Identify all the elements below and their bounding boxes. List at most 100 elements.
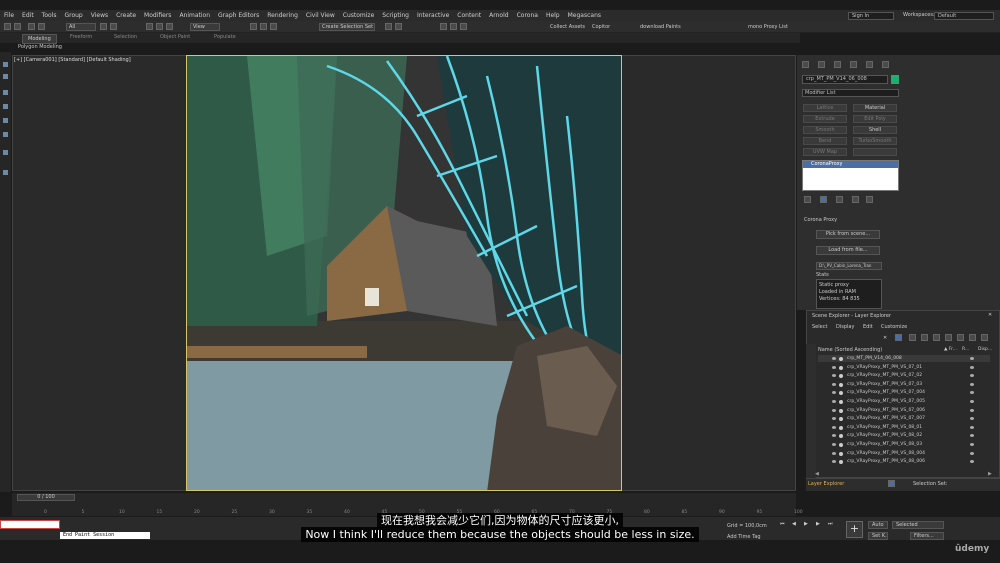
tab-freeform[interactable]: Freeform <box>70 34 92 40</box>
scene-object-row[interactable]: crp_VRayProxy_MT_PM_VS_08_004 <box>818 450 990 457</box>
redo-icon[interactable] <box>14 23 21 30</box>
visibility-icon[interactable] <box>832 425 836 429</box>
render-tool-icon[interactable] <box>3 170 8 175</box>
render-icon[interactable] <box>970 408 974 412</box>
select-tool-icon[interactable] <box>3 62 8 67</box>
menu-item-group[interactable]: Group <box>60 12 86 19</box>
menu-item-rendering[interactable]: Rendering <box>263 12 302 19</box>
align-icon[interactable] <box>395 23 402 30</box>
close-filter-icon[interactable]: ✕ <box>883 335 887 341</box>
visibility-icon[interactable] <box>832 460 836 464</box>
visibility-icon[interactable] <box>832 443 836 446</box>
modifier-button-empty[interactable] <box>853 148 897 156</box>
scene-object-row[interactable]: crp_VRayProxy_MT_PM_VS_07_006 <box>818 407 990 414</box>
time-slider[interactable]: 0 / 100 <box>17 494 75 501</box>
display-tab-icon[interactable] <box>866 61 873 68</box>
render-icon[interactable] <box>970 374 974 378</box>
menu-item-animation[interactable]: Animation <box>175 12 214 19</box>
percent-snap-icon[interactable] <box>270 23 277 30</box>
se-menu-customize[interactable]: Customize <box>881 324 907 330</box>
scene-object-row[interactable]: crp_VRayProxy_MT_PM_VS_07_03 <box>818 381 990 388</box>
mirror-icon[interactable] <box>385 23 392 30</box>
object-color-swatch[interactable] <box>891 75 899 84</box>
render-icon[interactable] <box>970 460 974 464</box>
render-icon[interactable] <box>970 357 974 360</box>
layer-tool-icon[interactable] <box>3 150 8 155</box>
visibility-icon[interactable] <box>832 434 836 438</box>
move-icon[interactable] <box>146 23 153 30</box>
viewport-label[interactable]: [+] [Camera001] [Standard] [Default Shad… <box>14 57 131 63</box>
render-icon[interactable] <box>970 425 974 429</box>
bone-filter-icon[interactable] <box>981 334 988 341</box>
render-icon[interactable] <box>970 365 974 369</box>
copitor-button[interactable]: Copitor <box>592 24 610 30</box>
visibility-icon[interactable] <box>832 357 836 360</box>
create-selection-set-dropdown[interactable]: Create Selection Set <box>319 23 375 31</box>
column-header-render[interactable]: R... <box>962 347 969 352</box>
render-icon[interactable] <box>970 382 974 386</box>
visibility-icon[interactable] <box>832 382 836 386</box>
column-header-display[interactable]: Disp... <box>978 347 992 352</box>
tab-selection[interactable]: Selection <box>114 34 137 40</box>
modifier-button-shell[interactable]: Shell <box>853 126 897 134</box>
camera-view-render[interactable] <box>186 55 622 491</box>
sign-in-dropdown[interactable]: Sign In <box>848 12 894 20</box>
motion-tab-icon[interactable] <box>850 61 857 68</box>
workspaces-dropdown[interactable]: Default <box>934 12 994 20</box>
create-tab-icon[interactable] <box>802 61 809 68</box>
menu-item-interactive[interactable]: Interactive <box>413 12 453 19</box>
scene-object-row[interactable]: crp_VRayProxy_MT_PM_VS_07_004 <box>818 389 990 396</box>
select-by-name-icon[interactable] <box>110 23 117 30</box>
remove-modifier-icon[interactable] <box>852 196 859 203</box>
scene-object-row[interactable]: crp_VRayProxy_MT_PM_VS_07_005 <box>818 398 990 405</box>
scroll-right-icon[interactable]: ▶ <box>988 471 992 477</box>
render-setup-icon[interactable] <box>450 23 457 30</box>
link-icon[interactable] <box>28 23 35 30</box>
menu-item-file[interactable]: File <box>0 12 18 19</box>
pick-from-scene-button[interactable]: Pick from scene... <box>816 230 880 239</box>
show-end-result-icon[interactable] <box>820 196 827 203</box>
menu-item-tools[interactable]: Tools <box>38 12 61 19</box>
scene-object-row[interactable]: crp_VRayProxy_MT_PM_VS_07_007 <box>818 415 990 422</box>
render-icon[interactable] <box>970 417 974 421</box>
column-header-name[interactable]: Name (Sorted Ascending) <box>818 347 882 353</box>
light-filter-icon[interactable] <box>945 334 952 341</box>
visibility-icon[interactable] <box>832 408 836 412</box>
collect-assets-button[interactable]: Collect Assets <box>550 24 585 30</box>
scale-icon[interactable] <box>166 23 173 30</box>
utilities-tab-icon[interactable] <box>882 61 889 68</box>
modifier-button-material[interactable]: Material <box>853 104 897 112</box>
tab-populate[interactable]: Populate <box>214 34 236 40</box>
scene-object-row[interactable]: crp_VRayProxy_MT_PM_VS_07_01 <box>818 364 990 371</box>
angle-snap-icon[interactable] <box>260 23 267 30</box>
proxy-list-button[interactable]: mono Proxy List <box>748 24 788 30</box>
menu-item-scripting[interactable]: Scripting <box>378 12 413 19</box>
object-name-field[interactable]: crp_MT_PM_V14_06_008 <box>802 75 888 84</box>
scale-tool-icon[interactable] <box>3 104 8 109</box>
download-paints-button[interactable]: download Paints <box>640 24 681 30</box>
menu-item-customize[interactable]: Customize <box>339 12 379 19</box>
modifier-button-smooth[interactable]: Smooth <box>803 126 847 134</box>
se-menu-display[interactable]: Display <box>836 324 854 330</box>
render-icon[interactable] <box>970 451 974 455</box>
scene-object-row[interactable]: crp_VRayProxy_MT_PM_VS_08_006 <box>818 458 990 465</box>
helper-filter-icon[interactable] <box>969 334 976 341</box>
scene-object-row[interactable]: crp_VRayProxy_MT_PM_VS_08_03 <box>818 441 990 448</box>
reference-coordinate-dropdown[interactable]: View <box>190 23 220 31</box>
scroll-left-icon[interactable]: ◀ <box>815 471 819 477</box>
visibility-icon[interactable] <box>832 400 836 403</box>
hierarchy-icon[interactable] <box>921 334 928 341</box>
menu-item-content[interactable]: Content <box>453 12 485 19</box>
tab-object-paint[interactable]: Object Paint <box>160 34 190 40</box>
configure-modifier-sets-icon[interactable] <box>866 196 873 203</box>
menu-item-civil-view[interactable]: Civil View <box>302 12 339 19</box>
render-icon[interactable] <box>970 400 974 403</box>
select-object-icon[interactable] <box>100 23 107 30</box>
move-tool-icon[interactable] <box>3 74 8 79</box>
material-editor-icon[interactable] <box>440 23 447 30</box>
make-unique-icon[interactable] <box>836 196 843 203</box>
menu-item-megascans[interactable]: Megascans <box>564 12 605 19</box>
selection-filter-dropdown[interactable]: All <box>66 23 96 31</box>
menu-item-graph-editors[interactable]: Graph Editors <box>214 12 263 19</box>
modifier-button-lattice[interactable]: Lattice <box>803 104 847 112</box>
